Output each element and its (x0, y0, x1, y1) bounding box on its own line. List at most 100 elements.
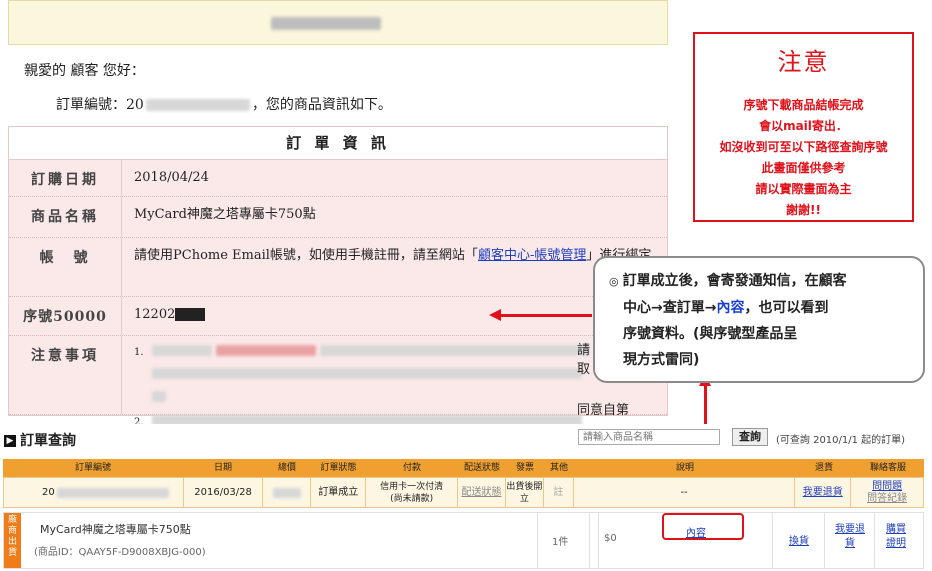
notice-line: 請以實際畫面為主 (755, 182, 852, 196)
order-status-cell: 訂單成立 (311, 478, 367, 507)
purchase-proof-link[interactable]: 購買證明 (882, 523, 910, 551)
account-label: 帳 號 (9, 238, 122, 296)
note-1-number: 1. (134, 347, 144, 358)
order-number-redacted (145, 99, 250, 111)
notes-row: 注意事項 1. 2. (9, 336, 667, 428)
order-date-label: 訂購日期 (9, 160, 122, 196)
vendor-shipping-tag: 廠商出貨 (4, 513, 21, 568)
order-query-section: ▶ 訂單查詢 查詢 (可查詢 2010/1/1 起的訂單) 訂單編號 日期 總價 … (0, 424, 932, 571)
query-range-note: (可查詢 2010/1/1 起的訂單) (776, 435, 906, 446)
account-row: 帳 號 請使用PChome Email帳號，如使用手機註冊，請至網站「顧客中心-… (9, 238, 667, 297)
bullet-icon: ◎ (609, 275, 619, 288)
order-query-title: ▶ 訂單查詢 (4, 430, 76, 450)
order-date-row: 訂購日期 2018/04/24 (9, 160, 667, 197)
column-divider (772, 513, 773, 568)
item-exchange-link[interactable]: 換貨 (789, 532, 809, 547)
email-header-redacted (271, 17, 381, 30)
item-name: MyCard神魔之塔專屬卡750點 (40, 523, 191, 536)
order-number-prefix: 訂單編號：20 (56, 97, 144, 113)
account-text: 請使用PChome Email帳號，如使用手機註冊，請至網站「 (134, 248, 478, 263)
notice-line: 如沒收到可至以下路徑查詢序號 (719, 140, 888, 154)
order-no-redacted (56, 487, 169, 498)
col-status: 訂單狀態 (320, 463, 357, 473)
item-quantity: 1件 (552, 537, 569, 548)
callout-line-1-text: 訂單成立後，會寄發通知信，在顧客 (622, 273, 847, 289)
detail-highlight-box (662, 513, 744, 540)
order-item-row: 廠商出貨 MyCard神魔之塔專屬卡750點 (商品ID：QAAY5F-D900… (3, 512, 924, 569)
notes-label: 注意事項 (9, 336, 122, 414)
order-table-header: 訂單編號 日期 總價 訂單狀態 付款 配送狀態 發票 其他 說明 退貨 聯絡客服 (3, 459, 924, 477)
notice-line: 謝謝!! (786, 203, 821, 217)
note-1-tail: 請 取 (577, 341, 590, 379)
order-query-title-text: 訂單查詢 (20, 433, 76, 449)
order-payment-cell: 信用卡一次付清 (尚未請款) (366, 478, 459, 507)
notice-line: 序號下載商品結帳完成 (743, 98, 864, 112)
product-name-label: 商品名稱 (9, 197, 122, 237)
arrow-left-icon (489, 309, 592, 321)
col-total: 總價 (277, 463, 296, 473)
notice-line: 此畫面僅供參考 (761, 161, 846, 175)
order-no-cell: 20 (4, 478, 184, 507)
callout-line-1: ◎ 訂單成立後，會寄發通知信，在顧客 (609, 268, 911, 295)
product-search-input[interactable] (578, 429, 720, 445)
search-button[interactable]: 查詢 (732, 428, 768, 446)
serial-prefix: 12202 (134, 307, 176, 322)
notice-title: 注意 (777, 48, 830, 76)
callout-line-3: 序號資料。(與序號型產品呈 (623, 326, 798, 342)
order-contact-cell: 問問題 問答紀錄 (851, 478, 923, 507)
notice-box: 注意 序號下載商品結帳完成 會以mail寄出． 如沒收到可至以下路徑查詢序號 此… (693, 32, 914, 222)
order-info-table: 訂 單 資 訊 訂購日期 2018/04/24 商品名稱 MyCard神魔之塔專… (8, 126, 668, 428)
order-total-redacted (272, 487, 301, 498)
callout-line-2-a: 中心→查訂單→ (623, 300, 717, 316)
order-total-cell (263, 478, 312, 507)
col-other: 其他 (549, 463, 568, 473)
column-divider (874, 513, 875, 568)
col-shipping: 配送狀態 (463, 463, 500, 473)
note-1-redacted (151, 344, 590, 408)
order-row: 20 2016/03/28 訂單成立 信用卡一次付清 (尚未請款) 配送狀態 出… (3, 477, 924, 508)
account-center-link[interactable]: 顧客中心-帳號管理 (478, 248, 586, 263)
arrowhead-left-icon (489, 309, 501, 321)
order-note-cell: -- (574, 478, 796, 507)
item-price: $0 (604, 533, 617, 544)
callout-highlight: 內容 (716, 300, 745, 316)
column-divider (537, 513, 538, 568)
col-contact: 聯絡客服 (869, 463, 906, 473)
notice-line: 會以mail寄出． (759, 119, 848, 133)
order-shipping-cell: 配送狀態 (458, 478, 506, 507)
order-invoice-cell: 出貨後開立 (506, 478, 544, 507)
order-number-suffix: ，您的商品資訊如下。 (251, 97, 392, 113)
play-icon: ▶ (4, 435, 16, 447)
order-email: 親愛的 顧客 您好： 訂單編號：20 ，您的商品資訊如下。 訂 單 資 訊 訂購日… (8, 0, 668, 428)
order-return-cell: 我要退貨 (795, 478, 852, 507)
col-date: 日期 (213, 463, 232, 473)
column-divider (598, 513, 599, 568)
order-other-cell: 註 (544, 478, 574, 507)
item-return-link[interactable]: 我要退貨 (832, 523, 868, 551)
col-note: 說明 (675, 463, 694, 473)
serial-redacted (175, 308, 206, 321)
serial-label: 序號50000 (9, 297, 122, 335)
order-no-prefix: 20 (42, 486, 55, 498)
order-date-cell: 2016/03/28 (184, 478, 264, 507)
column-divider (824, 513, 825, 568)
return-link[interactable]: 我要退貨 (803, 487, 843, 499)
product-name-value: MyCard神魔之塔專屬卡750點 (134, 207, 316, 222)
callout-line-4: 現方式雷同) (623, 352, 700, 368)
qa-history-link[interactable]: 問答紀錄 (867, 493, 907, 505)
item-id: (商品ID：QAAY5F-D9008XBJG-000) (34, 547, 206, 558)
column-divider (589, 513, 590, 568)
callout-line-2: 中心→查訂單→內容，也可以看到 (609, 295, 911, 321)
product-name-row: 商品名稱 MyCard神魔之塔專屬卡750點 (9, 197, 667, 238)
col-order-no: 訂單編號 (74, 463, 111, 473)
ask-question-link[interactable]: 問問題 (872, 481, 902, 493)
account-value: 請使用PChome Email帳號，如使用手機註冊，請至網站「顧客中心-帳號管理… (122, 238, 667, 296)
col-return: 退貨 (814, 463, 833, 473)
greeting: 親愛的 顧客 您好： (24, 63, 145, 79)
order-date-value: 2018/04/24 (134, 170, 209, 185)
callout-line-2-b: ，也可以看到 (744, 300, 829, 316)
note-1-tail-b: 取 (577, 362, 591, 377)
order-info-title: 訂 單 資 訊 (9, 127, 667, 160)
shipping-status-link[interactable]: 配送狀態 (461, 487, 501, 499)
col-payment: 付款 (402, 463, 421, 473)
